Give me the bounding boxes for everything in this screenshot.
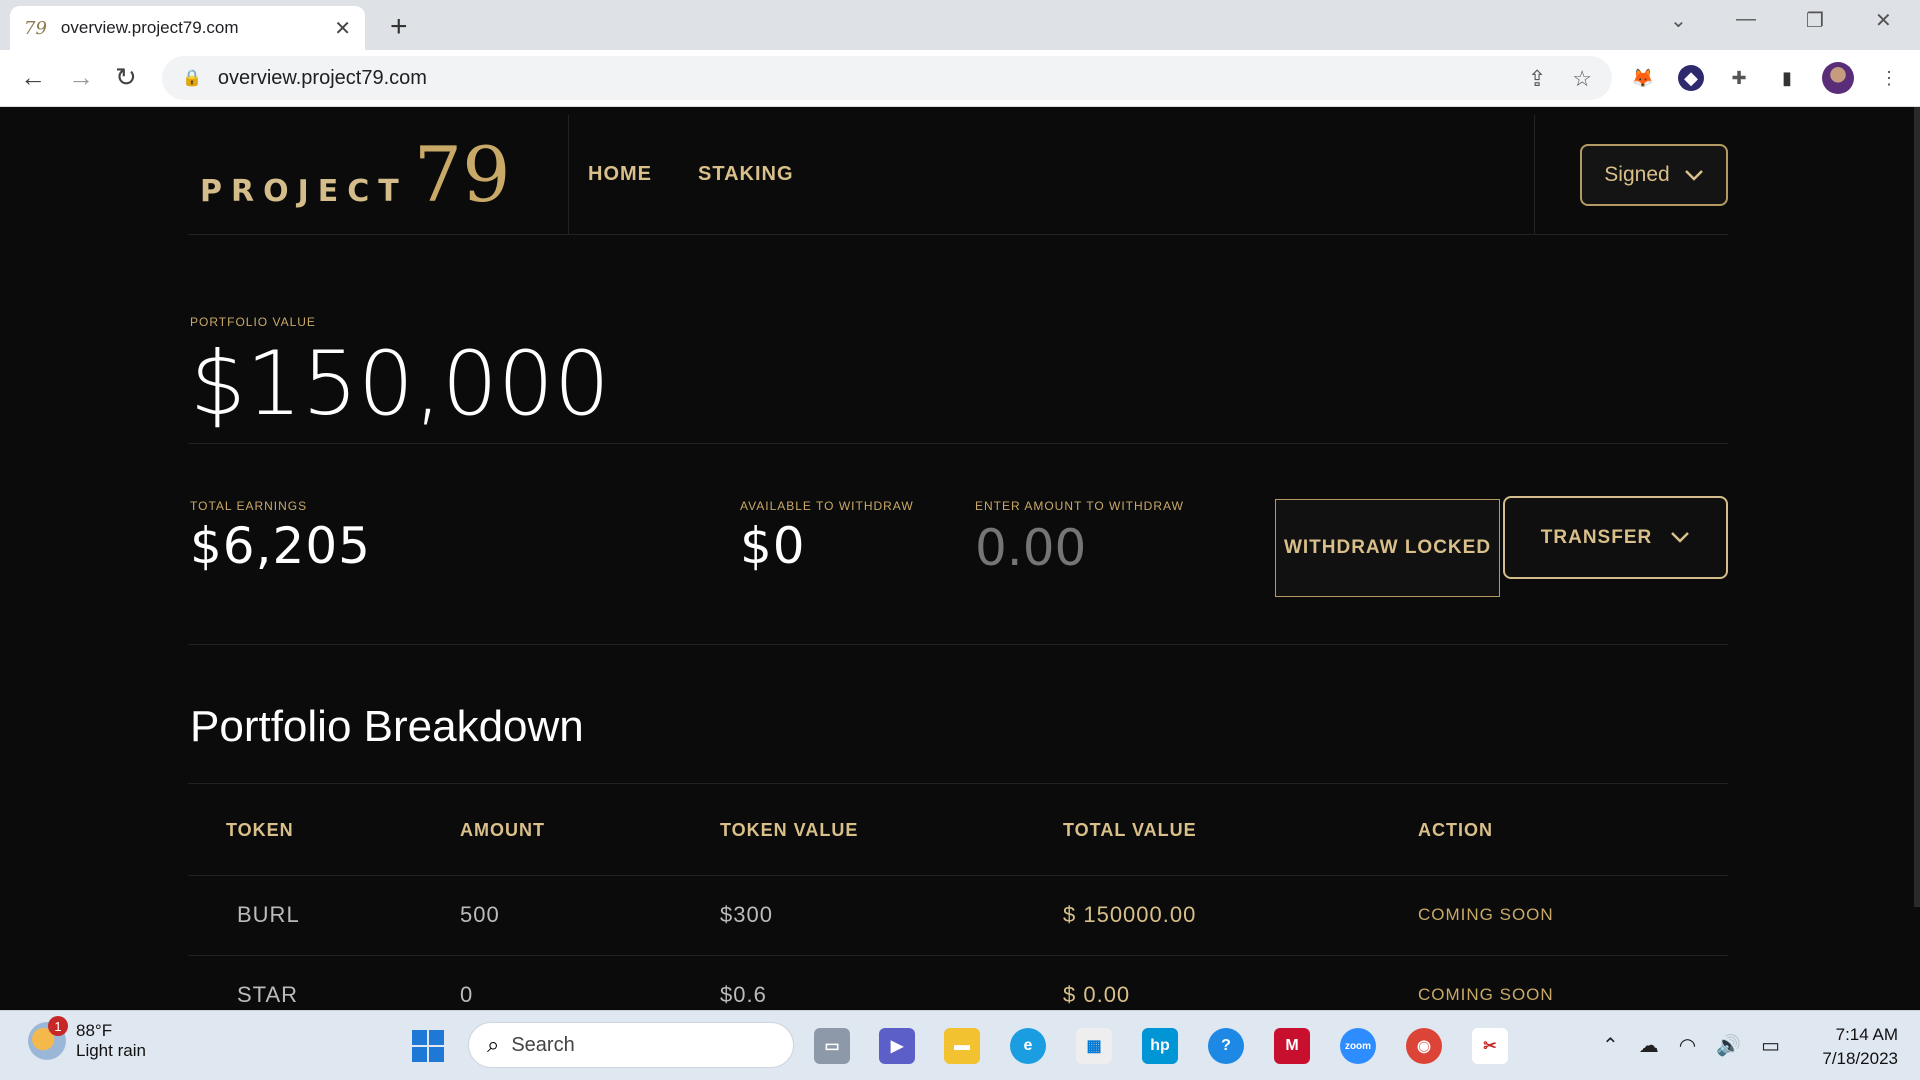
back-icon[interactable]: ←	[20, 62, 46, 93]
wifi-icon[interactable]: ◠	[1679, 1033, 1696, 1058]
weather-icon: 1	[28, 1016, 68, 1060]
coming-soon-action[interactable]: COMING SOON	[1418, 985, 1554, 1005]
microsoft-store-icon[interactable]: ▦	[1076, 1028, 1112, 1064]
lock-icon[interactable]: 🔒	[182, 68, 202, 88]
mcafee-icon[interactable]: M	[1274, 1028, 1310, 1064]
forward-icon[interactable]: →	[68, 62, 94, 93]
token-cell: STAR	[237, 982, 299, 1007]
column-header-token-value: TOKEN VALUE	[720, 820, 859, 840]
snipping-tool-icon[interactable]: ✂	[1472, 1028, 1508, 1064]
side-panel-icon[interactable]: ▮	[1774, 65, 1800, 91]
weather-widget[interactable]: 1 88°F Light rain	[28, 1016, 146, 1061]
browser-toolbar: ← → ↻ 🔒 overview.project79.com ⇪ ☆ 🦊 ◆ ✚…	[0, 50, 1920, 107]
new-tab-icon[interactable]: +	[390, 10, 408, 44]
column-header-action: ACTION	[1418, 820, 1493, 840]
bookmark-star-icon[interactable]: ☆	[1572, 66, 1592, 92]
portfolio-breakdown-title: Portfolio Breakdown	[190, 702, 584, 751]
clock-date: 7/18/2023	[1822, 1048, 1898, 1068]
windows-taskbar: 1 88°F Light rain ⌕ Search ▭ ▶ ▬ e ▦ hp …	[0, 1010, 1920, 1080]
get-help-icon[interactable]: ?	[1208, 1028, 1244, 1064]
shield-extension-icon[interactable]: ◆	[1678, 65, 1704, 91]
tab-title: overview.project79.com	[60, 18, 239, 37]
more-menu-icon[interactable]: ⋮	[1876, 65, 1902, 91]
total-earnings-value: $6,205	[190, 517, 371, 575]
close-tab-icon[interactable]: ✕	[334, 16, 351, 41]
myhp-icon[interactable]: hp	[1142, 1028, 1178, 1064]
metamask-extension-icon[interactable]: 🦊	[1630, 65, 1656, 91]
taskbar-clock[interactable]: 7:14 AM 7/18/2023	[1822, 1023, 1898, 1071]
page-content: PROJECT 79 HOME STAKING Signed PORTFOLIO…	[0, 107, 1918, 1010]
browser-tab-bar: 79 overview.project79.com ✕ + ⌄ — ❐ ✕	[0, 0, 1920, 50]
extensions-puzzle-icon[interactable]: ✚	[1726, 65, 1752, 91]
token-value-cell: $300	[720, 902, 773, 927]
taskbar-search[interactable]: ⌕ Search	[468, 1022, 794, 1068]
amount-cell: 0	[460, 982, 474, 1007]
withdraw-amount-label: ENTER AMOUNT TO WITHDRAW	[975, 499, 1184, 513]
clock-time: 7:14 AM	[1835, 1025, 1898, 1044]
tab-search-icon[interactable]: ⌄	[1670, 8, 1687, 33]
volume-icon[interactable]: 🔊	[1716, 1033, 1741, 1058]
amount-cell: 500	[460, 902, 500, 927]
task-view-icon[interactable]: ▭	[814, 1028, 850, 1064]
file-explorer-icon[interactable]: ▬	[944, 1028, 980, 1064]
total-value-cell: $ 150000.00	[1063, 902, 1197, 927]
nav-staking[interactable]: STAKING	[698, 163, 794, 186]
portfolio-value-label: PORTFOLIO VALUE	[190, 315, 316, 329]
zoom-icon[interactable]: zoom	[1340, 1028, 1376, 1064]
available-value: $0	[740, 517, 806, 575]
portfolio-value: $150,000	[190, 332, 610, 435]
battery-icon[interactable]: ▭	[1761, 1033, 1780, 1058]
column-header-total-value: TOTAL VALUE	[1063, 820, 1197, 840]
share-icon[interactable]: ⇪	[1528, 66, 1546, 92]
page-scrollbar[interactable]	[1914, 107, 1920, 907]
restore-icon[interactable]: ❐	[1806, 8, 1824, 33]
close-window-icon[interactable]: ✕	[1875, 8, 1892, 33]
token-cell: BURL	[237, 902, 300, 927]
withdraw-amount-input[interactable]	[975, 519, 1195, 577]
reload-icon[interactable]: ↻	[115, 62, 137, 93]
edge-browser-icon[interactable]: e	[1010, 1028, 1046, 1064]
project79-logo[interactable]: PROJECT 79	[200, 137, 510, 213]
minimize-icon[interactable]: —	[1736, 8, 1756, 31]
column-header-amount: AMOUNT	[460, 820, 545, 840]
signed-dropdown-button[interactable]: Signed	[1580, 144, 1728, 206]
chrome-icon[interactable]: ◉	[1406, 1028, 1442, 1064]
chevron-down-icon	[1684, 163, 1704, 187]
total-earnings-label: TOTAL EARNINGS	[190, 499, 308, 513]
weather-temperature: 88°F	[76, 1021, 113, 1040]
total-value-cell: $ 0.00	[1063, 982, 1131, 1007]
chevron-down-icon	[1670, 527, 1690, 549]
search-icon: ⌕	[487, 1032, 500, 1057]
column-header-token: TOKEN	[226, 820, 294, 840]
teams-chat-icon[interactable]: ▶	[879, 1028, 915, 1064]
transfer-dropdown-button[interactable]: TRANSFER	[1503, 496, 1728, 579]
url-text: overview.project79.com	[217, 66, 427, 89]
windows-start-icon[interactable]	[412, 1030, 444, 1062]
address-bar[interactable]: 🔒 overview.project79.com ⇪ ☆	[162, 56, 1612, 100]
weather-description: Light rain	[76, 1041, 146, 1060]
notification-badge: 1	[48, 1016, 68, 1036]
system-tray: ⌃ ☁ ◠ 🔊 ▭	[1602, 1033, 1780, 1058]
coming-soon-action[interactable]: COMING SOON	[1418, 905, 1554, 925]
withdraw-locked-button[interactable]: WITHDRAW LOCKED	[1275, 499, 1500, 597]
onedrive-cloud-icon[interactable]: ☁	[1639, 1033, 1659, 1058]
browser-tab[interactable]: 79 overview.project79.com ✕	[10, 6, 365, 50]
token-value-cell: $0.6	[720, 982, 767, 1007]
tab-favicon: 79	[24, 17, 47, 39]
nav-home[interactable]: HOME	[588, 163, 652, 186]
available-label: AVAILABLE TO WITHDRAW	[740, 499, 914, 513]
chevron-up-icon[interactable]: ⌃	[1602, 1033, 1619, 1058]
profile-avatar[interactable]	[1822, 62, 1854, 94]
